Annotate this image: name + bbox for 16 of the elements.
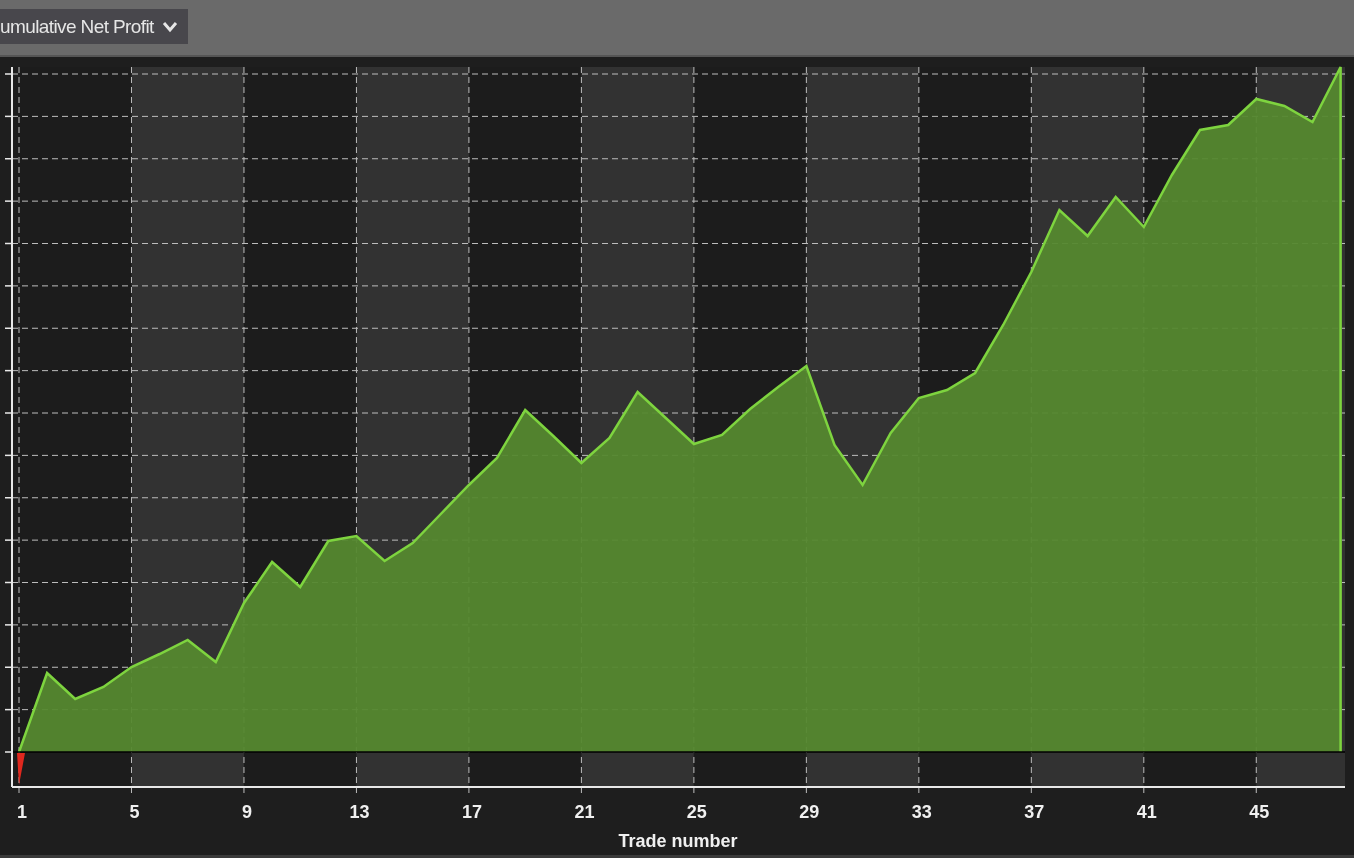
x-tick-label: 13 [349, 802, 370, 822]
metric-dropdown[interactable]: umulative Net Profit [0, 9, 188, 44]
x-axis-title: Trade number [618, 831, 738, 851]
x-tick-label: 41 [1136, 802, 1157, 822]
x-tick-label: 1 [17, 802, 27, 822]
x-tick-label: 21 [574, 802, 595, 822]
x-tick-label: 33 [911, 802, 932, 822]
x-tick-label: 25 [686, 802, 707, 822]
x-tick-label: 37 [1024, 802, 1045, 822]
x-tick-label: 17 [461, 802, 482, 822]
x-tick-label: 9 [241, 802, 252, 822]
drawdown-area [17, 753, 25, 785]
x-tick-label: 5 [129, 802, 140, 822]
x-tick-label: 45 [1249, 802, 1270, 822]
x-tick-label: 29 [799, 802, 820, 822]
chevron-down-icon [161, 20, 178, 33]
